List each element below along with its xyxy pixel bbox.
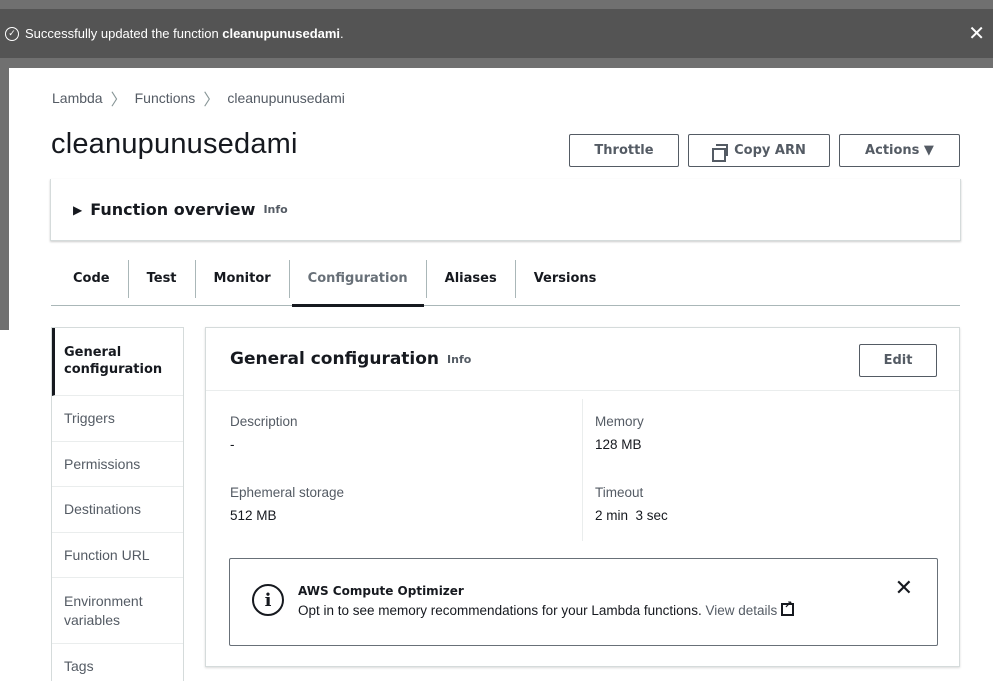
overlay-strip: [0, 68, 9, 330]
tab-configuration[interactable]: Configuration: [288, 259, 426, 307]
breadcrumb-current: cleanupunusedami: [227, 90, 345, 106]
tab-versions[interactable]: Versions: [514, 259, 615, 298]
info-circle-icon: i: [252, 584, 284, 616]
general-configuration-panel: General configuration Info Edit Descript…: [205, 327, 960, 667]
breadcrumb-lambda[interactable]: Lambda: [52, 90, 103, 106]
panel-header: General configuration Info Edit: [206, 328, 959, 391]
external-link-icon: [781, 600, 795, 616]
panel-title: General configuration: [230, 349, 440, 369]
check-circle-icon: ✓: [5, 26, 19, 41]
chevron-right-icon: 〉: [110, 92, 127, 109]
sidenav-item-function-url[interactable]: Function URL: [52, 533, 183, 578]
tab-code[interactable]: Code: [51, 260, 128, 298]
info-link[interactable]: Info: [447, 353, 471, 366]
sidenav-item-tags[interactable]: Tags: [52, 644, 183, 681]
ephemeral-storage-label: Ephemeral storage: [230, 485, 345, 500]
sidenav-item-environment-variables[interactable]: Environment variables: [52, 578, 183, 644]
sidenav-item-triggers[interactable]: Triggers: [52, 396, 183, 442]
success-flash-banner: ✓ Successfully updated the function clea…: [0, 9, 993, 58]
flash-message: Successfully updated the function cleanu…: [25, 26, 344, 41]
copy-arn-button[interactable]: Copy ARN: [688, 134, 830, 167]
timeout-label: Timeout: [595, 485, 644, 500]
function-overview-title: Function overview: [90, 200, 256, 219]
copy-icon: [712, 143, 729, 162]
actions-dropdown-button[interactable]: Actions ▼: [839, 134, 960, 167]
edit-button[interactable]: Edit: [859, 344, 937, 377]
breadcrumb: Lambda 〉 Functions 〉 cleanupunusedami: [52, 86, 345, 110]
configuration-sidenav: General configuration Triggers Permissio…: [51, 327, 184, 681]
caret-right-icon: ▶: [73, 202, 83, 217]
view-details-link[interactable]: View details: [705, 600, 795, 618]
close-icon[interactable]: ✕: [968, 24, 985, 44]
ephemeral-storage-value: 512 MB: [230, 508, 277, 523]
ephemeral-storage-field: Ephemeral storage 512 MB: [230, 485, 344, 523]
close-icon[interactable]: ✕: [895, 577, 913, 599]
compute-optimizer-notice: i AWS Compute Optimizer Opt in to see me…: [229, 558, 938, 646]
page-title: cleanupunusedami: [51, 128, 298, 160]
column-divider: [582, 399, 583, 541]
flash-overlay: ✓ Successfully updated the function clea…: [0, 0, 993, 68]
tab-test[interactable]: Test: [127, 259, 195, 298]
description-field: Description -: [230, 414, 298, 452]
chevron-right-icon: 〉: [203, 92, 220, 109]
memory-field: Memory 128 MB: [595, 414, 644, 452]
function-overview-section[interactable]: ▶ Function overview Info: [50, 179, 961, 241]
memory-label: Memory: [595, 414, 644, 429]
notice-title: AWS Compute Optimizer: [298, 584, 464, 598]
description-label: Description: [230, 414, 298, 429]
tab-monitor[interactable]: Monitor: [194, 259, 289, 298]
sidenav-item-permissions[interactable]: Permissions: [52, 442, 183, 487]
notice-text: Opt in to see memory recommendations for…: [298, 600, 795, 618]
sidenav-item-general-configuration[interactable]: General configuration: [52, 328, 183, 396]
info-link[interactable]: Info: [263, 203, 287, 216]
description-value: -: [230, 437, 235, 452]
throttle-button[interactable]: Throttle: [569, 134, 679, 167]
timeout-value: 2 min 3 sec: [595, 508, 668, 523]
breadcrumb-functions[interactable]: Functions: [135, 90, 196, 106]
flash-function-name: cleanupunusedami: [222, 26, 341, 41]
tab-aliases[interactable]: Aliases: [425, 259, 515, 298]
sidenav-item-destinations[interactable]: Destinations: [52, 487, 183, 533]
timeout-field: Timeout 2 min 3 sec: [595, 485, 668, 523]
function-tabs: Code Test Monitor Configuration Aliases …: [51, 252, 960, 307]
memory-value: 128 MB: [595, 437, 642, 452]
